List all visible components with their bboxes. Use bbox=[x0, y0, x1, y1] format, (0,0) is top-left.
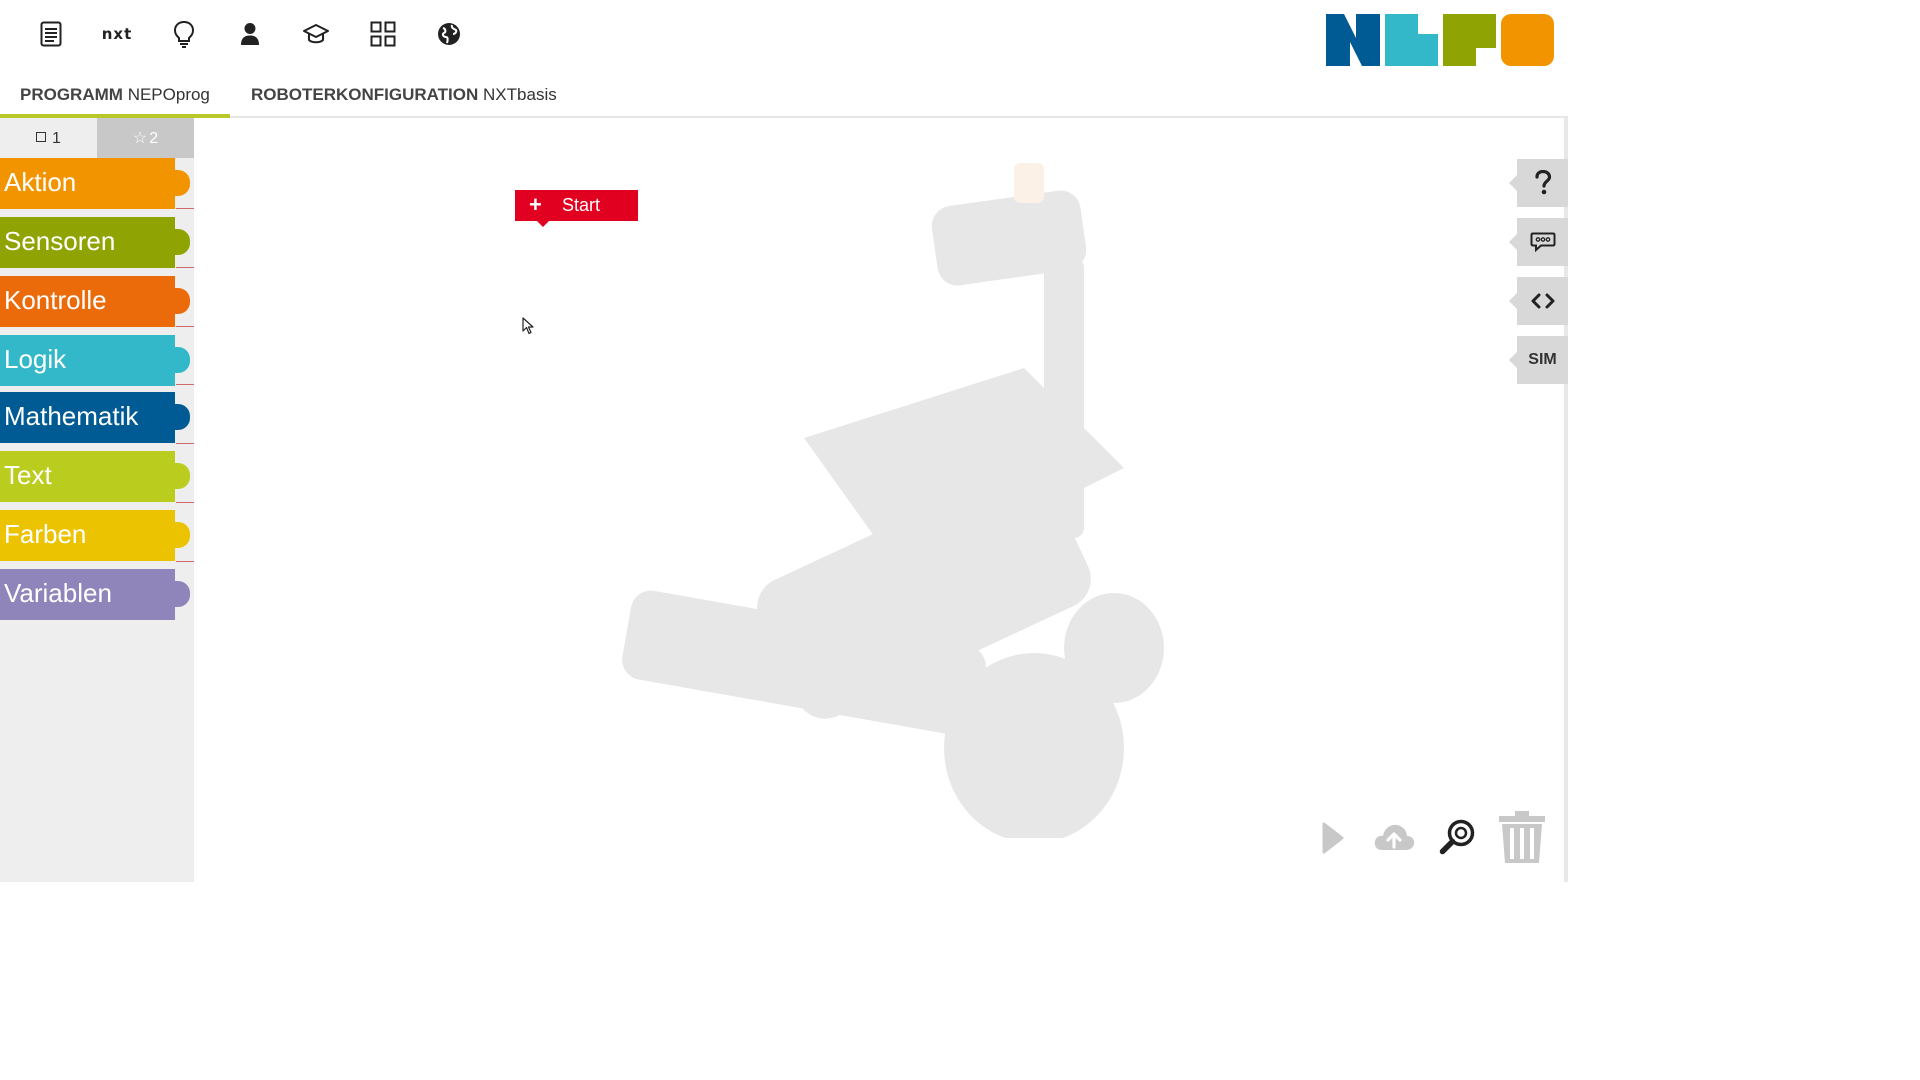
category-label: Mathematik bbox=[4, 401, 139, 431]
category-text[interactable]: Text bbox=[0, 451, 190, 502]
nxt-robot-menu[interactable]: nxt bbox=[97, 14, 137, 54]
category-label: Sensoren bbox=[4, 226, 116, 256]
category-separator bbox=[176, 561, 194, 562]
category-separator bbox=[176, 384, 194, 385]
code-icon bbox=[1531, 293, 1554, 309]
globe-icon[interactable] bbox=[429, 14, 469, 54]
category-kontrolle-tab bbox=[175, 288, 190, 314]
tab-program[interactable]: PROGRAMM NEPOprog bbox=[0, 78, 230, 118]
help-button[interactable] bbox=[1509, 159, 1568, 207]
plus-icon[interactable]: + bbox=[529, 193, 542, 217]
level-1-label: 1 bbox=[52, 130, 61, 147]
trash-icon[interactable] bbox=[1497, 810, 1547, 864]
question-mark-icon bbox=[1534, 170, 1551, 195]
category-aktion[interactable]: Aktion bbox=[0, 158, 190, 209]
star-icon: ☆ bbox=[132, 130, 148, 147]
category-mathematik-tab bbox=[175, 404, 190, 430]
category-mathematik[interactable]: Mathematik bbox=[0, 392, 190, 443]
block-toolbox: 1 ☆ 2 Aktion Sensoren Kontrolle Logik Mat… bbox=[0, 118, 194, 882]
graduation-cap-icon[interactable] bbox=[296, 14, 336, 54]
nxt-robot-label: nxt bbox=[101, 25, 133, 43]
user-icon[interactable] bbox=[230, 14, 270, 54]
category-label: Kontrolle bbox=[4, 285, 107, 315]
tab-config-name: NXTbasis bbox=[483, 85, 557, 104]
comment-icon bbox=[1530, 232, 1555, 252]
tab-program-name: NEPOprog bbox=[127, 85, 210, 104]
zoom-reset-icon[interactable] bbox=[1439, 818, 1477, 856]
mouse-pointer-icon bbox=[522, 317, 534, 335]
category-aktion-tab bbox=[175, 170, 190, 196]
run-program-button[interactable] bbox=[1321, 822, 1345, 854]
category-variablen-tab bbox=[175, 581, 190, 607]
start-block-label: Start bbox=[562, 195, 601, 215]
document-icon[interactable] bbox=[31, 14, 71, 54]
lightbulb-icon[interactable] bbox=[164, 14, 204, 54]
category-label: Logik bbox=[4, 344, 67, 374]
category-label: Variablen bbox=[4, 578, 112, 608]
category-farben-tab bbox=[175, 522, 190, 548]
start-block[interactable]: + Start bbox=[515, 190, 638, 227]
square-icon bbox=[36, 132, 47, 142]
category-label: Farben bbox=[4, 519, 87, 549]
start-block-notch bbox=[537, 221, 549, 227]
level-2-label: 2 bbox=[149, 130, 159, 147]
category-logik[interactable]: Logik bbox=[0, 335, 190, 386]
category-farben[interactable]: Farben bbox=[0, 510, 190, 561]
tab-program-label: PROGRAMM bbox=[20, 85, 123, 104]
category-separator bbox=[176, 326, 194, 327]
category-kontrolle[interactable]: Kontrolle bbox=[0, 276, 190, 327]
simulation-label: SIM bbox=[1528, 351, 1557, 368]
level-2-tab[interactable]: ☆ 2 bbox=[97, 118, 194, 158]
level-1-tab[interactable]: 1 bbox=[0, 118, 97, 158]
category-logik-tab bbox=[175, 347, 190, 373]
category-separator bbox=[176, 443, 194, 444]
category-label: Text bbox=[4, 460, 52, 490]
tab-config-label: ROBOTERKONFIGURATION bbox=[251, 85, 479, 104]
code-view-button[interactable] bbox=[1509, 277, 1568, 325]
top-menu-bar: nxt bbox=[0, 0, 1568, 70]
cloud-upload-icon[interactable] bbox=[1372, 820, 1416, 854]
category-text-tab bbox=[175, 463, 190, 489]
toolbox-level-tabs: 1 ☆ 2 bbox=[0, 118, 194, 158]
comments-button[interactable] bbox=[1509, 218, 1568, 266]
category-sensoren-tab bbox=[175, 229, 190, 255]
category-separator bbox=[176, 208, 194, 209]
nxt-robot-background-image bbox=[622, 163, 1164, 838]
simulation-button[interactable]: SIM bbox=[1509, 336, 1568, 384]
category-label: Aktion bbox=[4, 167, 77, 197]
tab-robot-configuration[interactable]: ROBOTERKONFIGURATION NXTbasis bbox=[231, 78, 577, 114]
category-separator bbox=[176, 502, 194, 503]
category-separator bbox=[176, 267, 194, 268]
category-sensoren[interactable]: Sensoren bbox=[0, 217, 190, 268]
nepo-logo bbox=[1326, 14, 1554, 66]
grid-icon[interactable] bbox=[363, 14, 403, 54]
program-workspace[interactable]: + Start bbox=[194, 118, 1568, 882]
program-tabs: PROGRAMM NEPOprog ROBOTERKONFIGURATION N… bbox=[0, 78, 1568, 118]
category-variablen[interactable]: Variablen bbox=[0, 569, 190, 620]
